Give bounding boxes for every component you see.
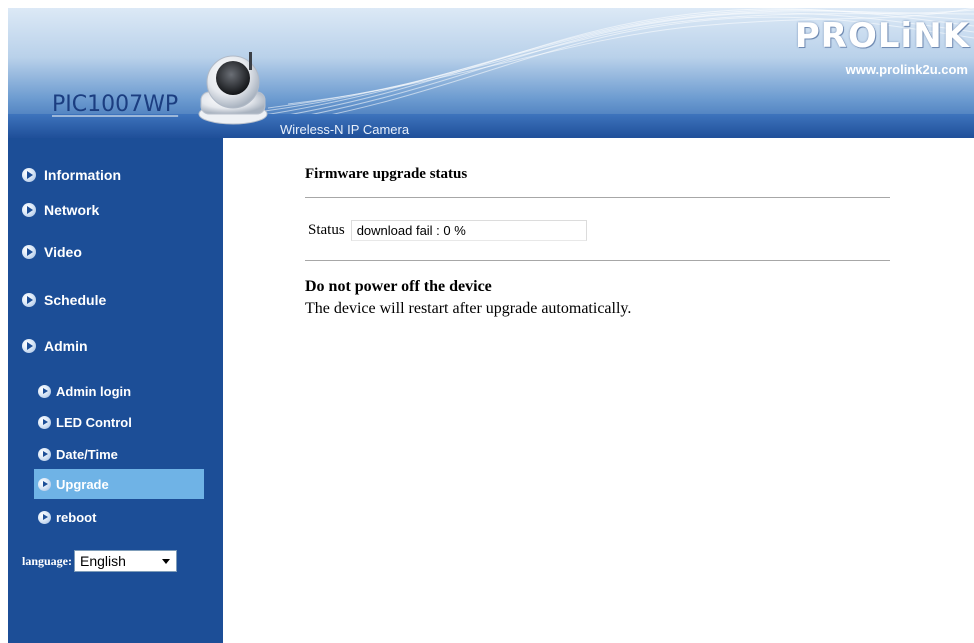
arrow-bullet-icon (38, 415, 51, 429)
brand-logo: PROLiNK (794, 16, 970, 56)
arrow-bullet-icon (38, 510, 51, 524)
sidebar-item-label: Video (44, 244, 82, 260)
language-row: language: English (22, 550, 178, 572)
sidebar-item-admin[interactable]: Admin (22, 335, 88, 357)
sidebar: Information Network Video Schedule Admin… (8, 138, 223, 643)
sidebar-item-label: Admin (44, 338, 88, 354)
sidebar-item-label: Network (44, 202, 100, 218)
arrow-bullet-icon (22, 339, 36, 353)
arrow-bullet-icon (22, 245, 36, 259)
product-subtitle: Wireless-N IP Camera (280, 122, 410, 137)
language-select[interactable]: English (74, 550, 178, 572)
main-content: Firmware upgrade status Status download … (223, 138, 974, 643)
sidebar-item-video[interactable]: Video (22, 241, 82, 263)
page-title: Firmware upgrade status (305, 166, 468, 182)
sidebar-item-admin-login[interactable]: Admin login (38, 381, 131, 401)
sidebar-item-date-time[interactable]: Date/Time (38, 444, 118, 464)
language-select-value: English (80, 553, 126, 569)
sidebar-item-upgrade[interactable]: Upgrade (34, 469, 204, 499)
divider (305, 197, 890, 198)
banner-bar (8, 114, 974, 138)
sidebar-item-label: Upgrade (56, 476, 109, 492)
chevron-down-icon (162, 558, 171, 564)
model-name: PIC1007WP (52, 92, 179, 117)
warning-title: Do not power off the device (305, 278, 492, 295)
sidebar-item-reboot[interactable]: reboot (38, 507, 96, 527)
sidebar-item-label: Admin login (56, 383, 132, 399)
warning-text: The device will restart after upgrade au… (305, 300, 632, 317)
sidebar-item-network[interactable]: Network (22, 199, 99, 221)
brand-url: www.prolink2u.com (845, 62, 968, 77)
sidebar-item-led-control[interactable]: LED Control (38, 412, 132, 432)
sidebar-item-label: LED Control (56, 414, 132, 430)
language-label: language: (22, 553, 73, 568)
sidebar-item-label: Information (44, 167, 121, 183)
sidebar-item-information[interactable]: Information (22, 164, 121, 186)
header-banner: PIC1007WP Wireless-N IP Camera PROLiNK w… (8, 8, 974, 138)
divider (305, 260, 890, 261)
arrow-bullet-icon (38, 477, 51, 491)
status-row: Status download fail : 0 % (308, 220, 587, 241)
arrow-bullet-icon (38, 384, 51, 398)
camera-icon (198, 52, 268, 125)
sidebar-item-label: Date/Time (56, 446, 118, 462)
status-label: Status (308, 222, 345, 238)
sidebar-item-schedule[interactable]: Schedule (22, 289, 106, 311)
arrow-bullet-icon (22, 293, 36, 307)
sidebar-item-label: reboot (56, 509, 97, 525)
status-field: download fail : 0 % (350, 220, 587, 241)
sidebar-item-label: Schedule (44, 292, 107, 308)
arrow-bullet-icon (22, 203, 36, 217)
arrow-bullet-icon (38, 447, 51, 461)
arrow-bullet-icon (22, 168, 36, 182)
